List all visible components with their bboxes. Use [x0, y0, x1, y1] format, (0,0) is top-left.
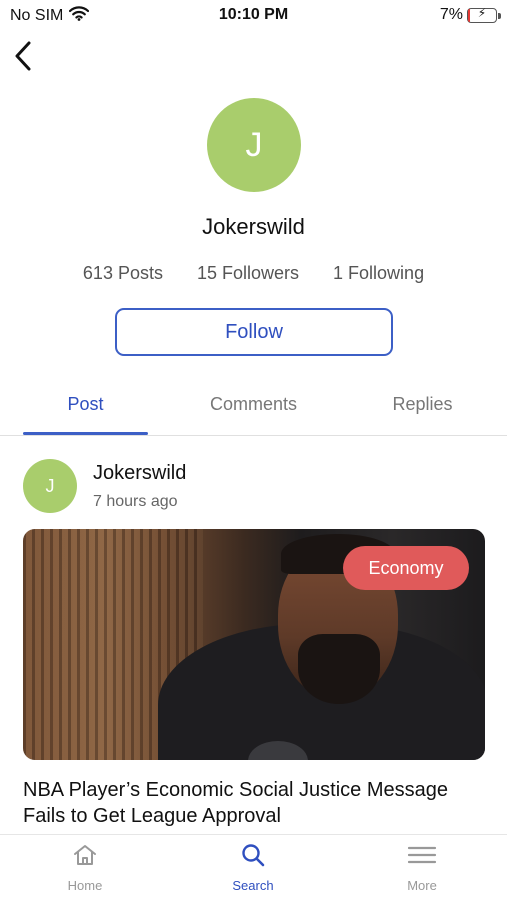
profile-avatar-initial: J — [245, 125, 263, 164]
nav-home-label: Home — [67, 878, 103, 893]
status-bar: No SIM 10:10 PM 7% ⚡ — [0, 0, 507, 30]
active-tab-indicator — [23, 432, 148, 435]
back-button[interactable] — [8, 38, 38, 78]
nav-home[interactable]: Home — [35, 843, 135, 893]
posts-count[interactable]: 613 Posts — [83, 263, 163, 284]
follow-button[interactable]: Follow — [115, 308, 393, 356]
profile-name: Jokerswild — [202, 214, 305, 239]
following-count[interactable]: 1 Following — [333, 263, 424, 284]
category-badge[interactable]: Economy — [343, 546, 469, 590]
battery-cap — [498, 12, 501, 19]
status-right: 7% ⚡ — [439, 5, 501, 24]
post-avatar-initial: J — [45, 475, 55, 496]
status-time: 10:10 PM — [218, 6, 289, 23]
nav-search-label: Search — [232, 878, 274, 893]
post-author-avatar[interactable]: J — [23, 459, 77, 513]
nav-more[interactable]: More — [372, 843, 472, 893]
chevron-left-icon — [12, 40, 34, 77]
thumbnail-person-beard — [298, 634, 380, 704]
battery-charging-icon: ⚡ — [467, 5, 501, 23]
followers-count[interactable]: 15 Followers — [197, 263, 299, 284]
home-icon — [72, 843, 98, 872]
battery-percent: 7% — [439, 6, 463, 23]
profile-avatar: J — [207, 98, 301, 192]
menu-icon — [407, 843, 437, 872]
post-author-name[interactable]: Jokerswild — [93, 462, 186, 485]
tab-post[interactable]: Post — [23, 394, 148, 415]
search-icon — [240, 843, 266, 872]
bolt-icon: ⚡ — [477, 5, 487, 20]
post-timestamp: 7 hours ago — [93, 493, 178, 510]
profile-tabs: Post Comments Replies — [0, 384, 507, 436]
nav-more-label: More — [407, 878, 437, 893]
tab-replies[interactable]: Replies — [360, 394, 485, 415]
profile-stats: 613 Posts 15 Followers 1 Following — [0, 263, 507, 284]
tab-comments[interactable]: Comments — [190, 394, 317, 415]
nav-search[interactable]: Search — [203, 843, 303, 893]
post-title[interactable]: NBA Player’s Economic Social Justice Mes… — [23, 777, 483, 829]
bottom-navigation: Home Search More — [0, 834, 507, 900]
